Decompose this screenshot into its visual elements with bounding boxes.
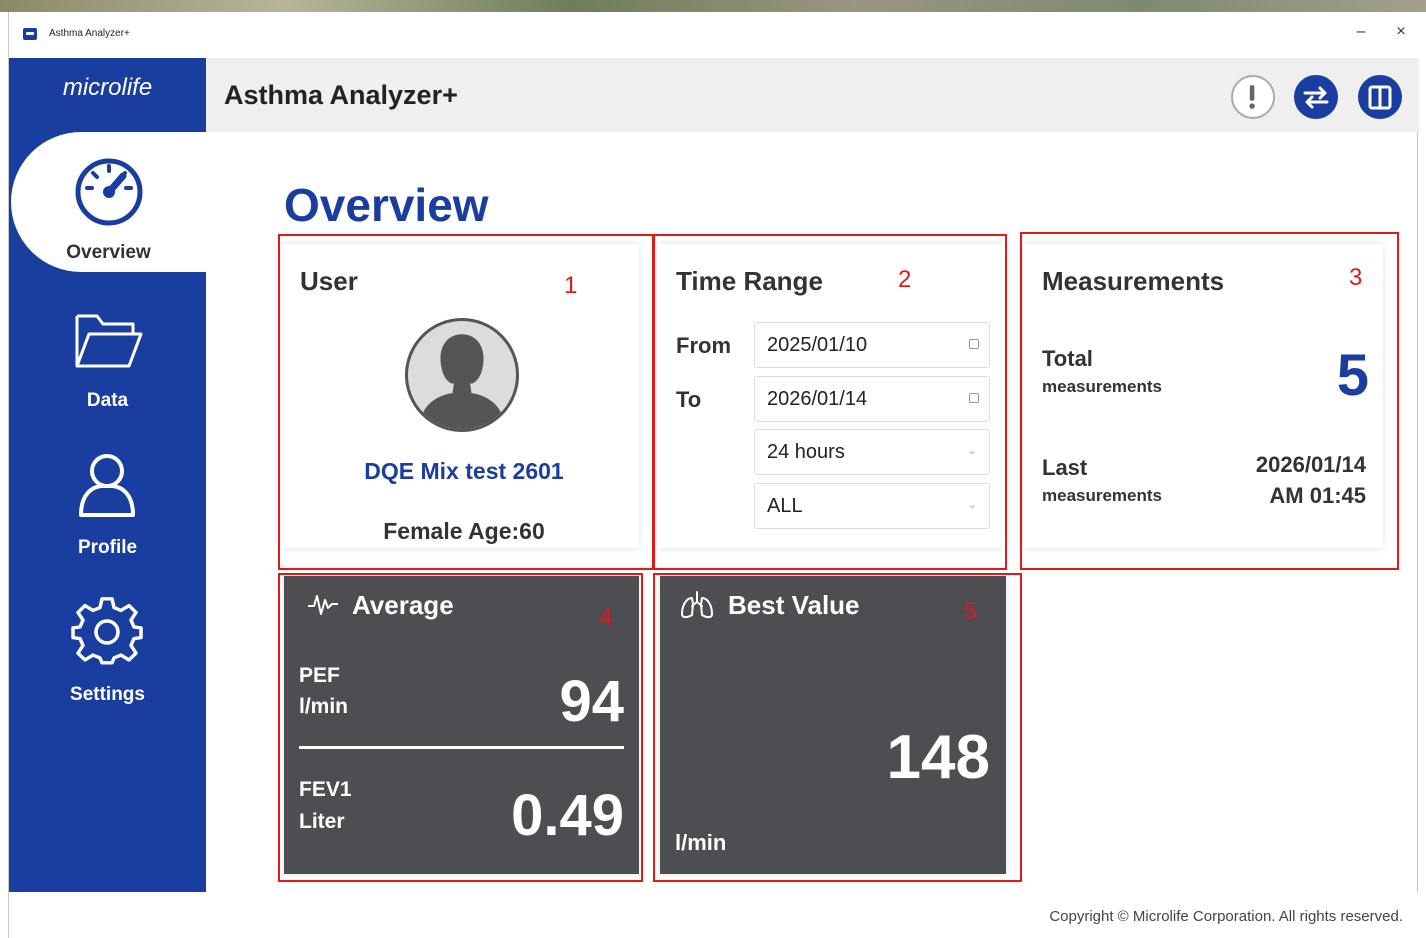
fev1-unit: Liter [299,810,345,833]
close-button[interactable]: × [1387,18,1415,46]
gear-icon [71,597,143,665]
to-date-field[interactable]: 2026/01/14 [754,376,990,422]
sync-button[interactable] [1294,75,1338,119]
app-header: Asthma Analyzer+ [206,58,1419,132]
filter-value: ALL [767,495,803,517]
interval-value: 24 hours [767,441,845,463]
sidebar-item-overview[interactable]: Overview [11,132,206,272]
alert-icon [1249,85,1255,109]
pef-label: PEF [299,664,340,687]
page-title: Overview [284,179,489,231]
user-card-title: User [300,266,358,296]
from-label: From [676,333,731,358]
total-label: Total [1042,346,1093,371]
total-measurements-value: 5 [1336,343,1369,408]
app-title: Asthma Analyzer+ [224,80,458,110]
to-label: To [676,387,702,412]
annotation-label-5: 5 [964,598,978,625]
annotation-label-2: 2 [898,266,912,293]
avatar [405,318,519,432]
minimize-button[interactable]: – [1347,18,1375,46]
chevron-down-icon: ⌄ [967,499,977,511]
time-range-title: Time Range [676,266,823,296]
chevron-down-icon: ⌄ [967,445,977,457]
best-pef-value: 148 [886,723,990,792]
pulse-icon [308,595,338,615]
filter-select[interactable]: ALL ⌄ [754,483,990,529]
sidebar-item-label: Profile [77,537,138,558]
measurements-title: Measurements [1042,266,1225,296]
sidebar-item-label: Overview [66,242,151,263]
footer: Copyright © Microlife Corporation. All r… [9,892,1419,938]
from-date-value: 2025/01/10 [767,334,868,356]
sync-arrows-icon [1303,86,1329,109]
sidebar-item-label: Data [86,390,129,411]
total-sub-label: measurements [1042,377,1163,396]
app-window: Asthma Analyzer+ – × microlife Overview … [8,12,1419,938]
from-date-field[interactable]: 2025/01/10 [754,322,990,368]
to-date-value: 2026/01/14 [767,388,868,410]
sidebar: microlife Overview Data Profile Settings [9,58,206,892]
fev1-label: FEV1 [299,778,352,801]
annotation-label-1: 1 [564,272,578,299]
last-measurement-date: 2026/01/14 [1255,452,1366,477]
annotation-label-4: 4 [599,604,613,631]
user-name: DQE Mix test 2601 [364,458,564,484]
alert-button[interactable] [1231,75,1275,119]
user-gender-age: Female Age:60 [383,518,545,544]
window-title: Asthma Analyzer+ [49,28,130,39]
folder-icon [75,314,143,368]
sidebar-item-data[interactable]: Data [9,280,206,420]
average-title: Average [352,590,454,620]
sidebar-item-label: Settings [70,684,145,705]
lungs-icon [681,591,713,619]
sidebar-item-settings[interactable]: Settings [9,574,206,714]
manual-button[interactable] [1358,75,1402,119]
microlife-logo: microlife [62,74,153,101]
app-logo-icon [23,28,37,40]
last-sub-label: measurements [1042,486,1163,505]
pef-unit: l/min [299,695,349,718]
calendar-icon[interactable] [969,393,979,403]
desktop-background [0,0,1426,12]
divider [299,746,624,749]
sidebar-item-profile[interactable]: Profile [9,427,206,567]
best-value-title: Best Value [728,590,860,620]
last-label: Last [1042,455,1088,480]
book-icon [1368,85,1392,110]
female-avatar-icon [419,334,505,429]
speedometer-icon [75,158,143,226]
copyright-text: Copyright © Microlife Corporation. All r… [1049,908,1403,925]
person-icon [79,454,135,517]
calendar-icon[interactable] [969,339,979,349]
pef-average-value: 94 [559,669,624,734]
last-measurement-time: AM 01:45 [1269,483,1366,508]
annotation-label-3: 3 [1349,264,1363,291]
title-bar: Asthma Analyzer+ – × [9,12,1419,58]
interval-select[interactable]: 24 hours ⌄ [754,429,990,475]
fev1-average-value: 0.49 [511,783,624,848]
best-value-unit: l/min [675,830,727,855]
